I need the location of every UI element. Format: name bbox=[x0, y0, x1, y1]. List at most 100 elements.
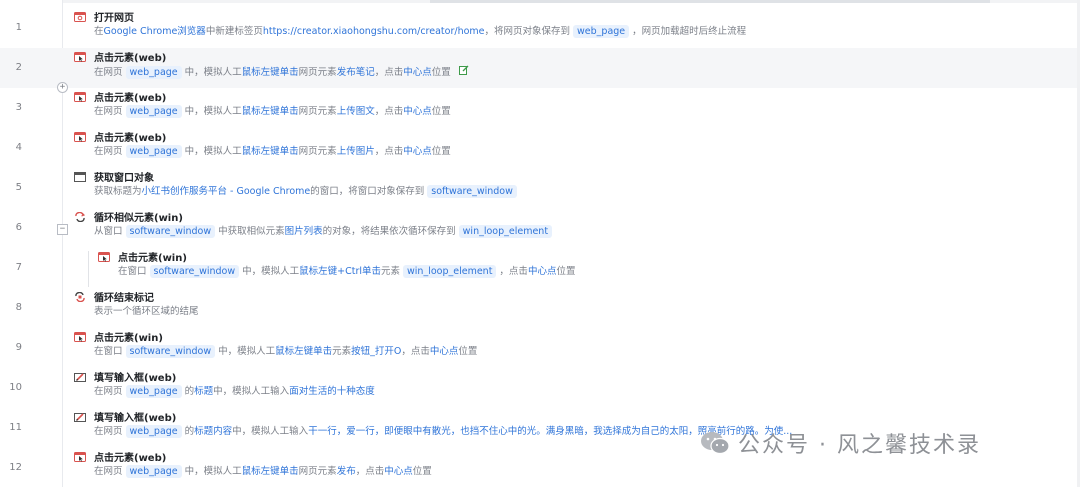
step-description: 在网页 web_page 中，模拟人工鼠标左键单击网页元素上传图片，点击中心点位置 bbox=[94, 145, 451, 159]
desc-text: 在 bbox=[94, 26, 104, 37]
step-description: 从窗口 software_window 中获取相似元素图片列表的对象，将结果依次循环… bbox=[94, 225, 555, 239]
highlight-text: 中心点 bbox=[384, 466, 413, 477]
desc-text: 在网页 bbox=[94, 426, 123, 437]
desc-text: 中，模拟人工 bbox=[184, 466, 242, 477]
variable-tag: web_page bbox=[125, 465, 182, 478]
watermark: 公众号 · 风之馨技术录 bbox=[700, 428, 981, 458]
desc-text: 中，模拟人工 bbox=[184, 67, 242, 78]
desc-text: 中获取相似元素 bbox=[218, 226, 285, 237]
highlight-text: 图片列表 bbox=[284, 226, 323, 237]
step-row[interactable]: 5 获取窗口对象 获取标题为小红书创作服务平台 - Google Chrome的窗口… bbox=[0, 168, 1077, 208]
highlight-text: 中心点 bbox=[527, 266, 557, 277]
desc-text: 的 bbox=[184, 426, 195, 437]
step-row[interactable]: 7 点击元素(win) 在窗口 software_window 中，模拟人工鼠标左键+C… bbox=[0, 248, 1077, 288]
step-description: 获取标题为小红书创作服务平台 - Google Chrome的窗口，将窗口对象保… bbox=[94, 185, 520, 199]
highlight-text: 鼠标左键单击 bbox=[241, 466, 299, 477]
desc-text: 的 bbox=[184, 386, 195, 397]
highlight-text: 上传图片 bbox=[336, 146, 375, 157]
fill-input-icon bbox=[74, 412, 86, 422]
watermark-text: 公众号 · 风之馨技术录 bbox=[738, 433, 981, 458]
highlight-text: 鼠标左键单击 bbox=[241, 67, 299, 78]
wechat-logo bbox=[701, 432, 730, 455]
variable-tag: win_loop_element bbox=[458, 225, 553, 238]
variable-tag: web_page bbox=[125, 145, 182, 158]
step-title: 打开网页 bbox=[94, 13, 134, 24]
step-title: 点击元素(web) bbox=[94, 53, 167, 64]
desc-text: ，点击 bbox=[499, 266, 528, 277]
loop-end-icon bbox=[74, 292, 86, 302]
desc-text: 在网页 bbox=[94, 67, 123, 78]
desc-text: 的窗口，将窗口对象保存到 bbox=[310, 186, 425, 197]
collapse-loop-button[interactable]: − bbox=[57, 224, 68, 235]
variable-tag: web_page bbox=[125, 66, 182, 79]
step-description: 在Google Chrome浏览器中新建标签页https://creator.x… bbox=[94, 25, 746, 39]
step-title: 填写输入框(web) bbox=[94, 413, 177, 424]
variable-tag: web_page bbox=[573, 25, 630, 38]
desc-text: 从窗口 bbox=[94, 226, 123, 237]
step-title: 点击元素(win) bbox=[94, 333, 163, 344]
line-number: 12 bbox=[9, 462, 22, 473]
loop-icon bbox=[74, 212, 86, 222]
step-row[interactable]: 8 循环结束标记 表示一个循环区域的结尾 bbox=[0, 288, 1077, 328]
step-row[interactable]: 1 打开网页 在Google Chrome浏览器中新建标签页https://crea… bbox=[0, 8, 1077, 48]
click-element-icon bbox=[74, 132, 86, 142]
desc-text: 中，模拟人工 bbox=[218, 346, 276, 357]
step-row[interactable]: 6 循环相似元素(win) 从窗口 software_window 中获取相似元素图片列… bbox=[0, 208, 1077, 248]
desc-text: 位置 bbox=[431, 146, 451, 157]
desc-text: 网页元素 bbox=[298, 106, 337, 117]
step-description: 在网页 web_page 的标题中，模拟人工输入面对生活的十种态度 bbox=[94, 385, 375, 399]
line-number: 8 bbox=[15, 302, 22, 313]
step-row[interactable]: 10 填写输入框(web) 在网页 web_page 的标题中，模拟人工输入面对生活的十… bbox=[0, 368, 1077, 408]
desc-text: 在网页 bbox=[94, 466, 123, 477]
step-description: 表示一个循环区域的结尾 bbox=[94, 305, 199, 319]
highlight-text: 中心点 bbox=[403, 67, 432, 78]
highlight-text: 发布笔记 bbox=[336, 67, 375, 78]
step-description: 在网页 web_page 中，模拟人工鼠标左键单击网页元素发布笔记，点击中心点位置 bbox=[94, 65, 469, 80]
step-row[interactable]: 2 点击元素(web) 在网页 web_page 中，模拟人工鼠标左键单击网页元素发布笔… bbox=[0, 48, 1077, 88]
loop-body-guide bbox=[88, 251, 89, 287]
highlight-text: 鼠标左键单击 bbox=[275, 346, 333, 357]
desc-text: 在网页 bbox=[94, 146, 123, 157]
variable-tag: software_window bbox=[125, 225, 216, 238]
step-description: 在窗口 software_window 中，模拟人工鼠标左键+Ctrl单击元素 win… bbox=[118, 265, 575, 279]
desc-text: 中新建标签页 bbox=[205, 26, 263, 37]
variable-tag: web_page bbox=[125, 425, 182, 438]
highlight-text: 标题 bbox=[194, 386, 214, 397]
highlight-text: 面对生活的十种态度 bbox=[289, 386, 375, 397]
highlight-text: Google Chrome浏览器 bbox=[103, 26, 206, 37]
desc-text: 在窗口 bbox=[94, 346, 123, 357]
desc-text: 的对象，将结果依次循环保存到 bbox=[322, 226, 456, 237]
line-number: 3 bbox=[15, 102, 22, 113]
step-row[interactable]: 9 点击元素(win) 在窗口 software_window 中，模拟人工鼠标左键单击… bbox=[0, 328, 1077, 368]
step-description: 在网页 web_page 中，模拟人工鼠标左键单击网页元素上传图文，点击中心点位置 bbox=[94, 105, 451, 119]
scrollbar-thumb[interactable] bbox=[430, 0, 990, 3]
desc-text: 元素 bbox=[381, 266, 401, 277]
line-number: 1 bbox=[15, 22, 22, 33]
step-title: 点击元素(web) bbox=[94, 453, 167, 464]
highlight-text: 鼠标左键单击 bbox=[241, 146, 299, 157]
highlight-text: 小红书创作服务平台 - Google Chrome bbox=[141, 186, 311, 197]
step-row[interactable]: 4 点击元素(web) 在网页 web_page 中，模拟人工鼠标左键单击网页元素上传图… bbox=[0, 128, 1077, 168]
edit-note-icon[interactable] bbox=[458, 65, 469, 80]
step-description: 在网页 web_page 中，模拟人工鼠标左键单击网页元素发布，点击中心点位置 bbox=[94, 465, 432, 479]
line-number: 4 bbox=[15, 142, 22, 153]
line-number: 9 bbox=[15, 342, 22, 353]
desc-text: 网页元素 bbox=[298, 146, 337, 157]
line-number: 7 bbox=[15, 262, 22, 273]
desc-text: 位置 bbox=[412, 466, 432, 477]
step-description: 在窗口 software_window 中，模拟人工鼠标左键单击元素按钮_打开O，点… bbox=[94, 345, 477, 359]
horizontal-scrollbar[interactable] bbox=[0, 0, 1080, 3]
highlight-text: 鼠标左键单击 bbox=[241, 106, 299, 117]
desc-text: ，点击 bbox=[374, 106, 404, 117]
add-step-button[interactable]: + bbox=[57, 82, 68, 93]
desc-text: ，将网页对象保存到 bbox=[484, 26, 571, 37]
highlight-text: 中心点 bbox=[403, 106, 432, 117]
desc-text: 中，模拟人工 bbox=[242, 266, 300, 277]
highlight-text: 中心点 bbox=[403, 146, 432, 157]
highlight-text: 按钮_打开O bbox=[351, 346, 402, 357]
desc-text: 元素 bbox=[332, 346, 352, 357]
desc-text: 位置 bbox=[556, 266, 576, 277]
desc-text: 位置 bbox=[431, 67, 451, 78]
step-row[interactable]: 3 点击元素(web) 在网页 web_page 中，模拟人工鼠标左键单击网页元素上传图… bbox=[0, 88, 1077, 128]
highlight-text: 发布 bbox=[336, 466, 356, 477]
